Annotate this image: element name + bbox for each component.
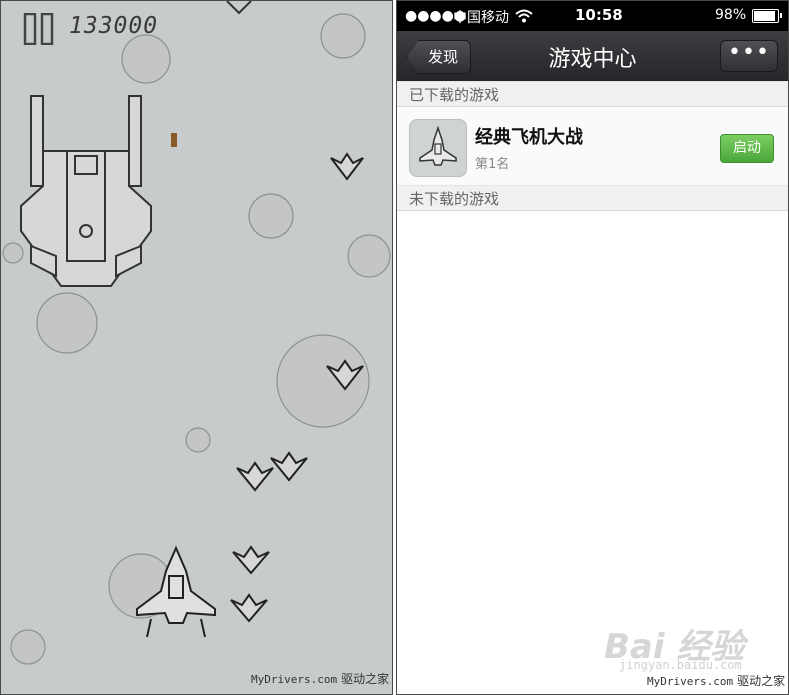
nav-bar: 发现 游戏中心 ••• [397,31,788,81]
asteroid [248,193,294,239]
list-item[interactable]: 经典飞机大战 第1名 启动 [397,109,788,185]
clock: 10:58 [575,6,623,24]
carrier-label: 中国移动 [453,10,509,26]
battery-icon [752,9,782,23]
plane-icon [419,125,457,166]
game-rank: 第1名 [475,157,510,172]
watermark: MyDrivers.com 驱动之家 [251,672,390,686]
game-title: 经典飞机大战 [475,127,583,148]
game-center-screen: ●●●●● 中国移动 10:58 98% 发现 游戏中心 ••• 已下载的游戏 … [396,0,789,695]
asteroid [347,234,391,278]
game-scene [2,1,391,665]
enemy-ship [330,152,364,181]
section-header-downloaded: 已下载的游戏 [397,81,788,107]
asteroid [10,629,46,665]
asteroid [121,34,171,84]
wifi-icon [515,9,533,23]
asteroid [185,427,211,453]
asteroid [2,242,24,264]
enemy-ship [226,1,252,15]
section-header-not-downloaded: 未下载的游戏 [397,185,788,211]
enemy-ship [230,593,268,623]
asteroid [276,334,370,428]
enemy-ship [270,451,308,482]
game-screen[interactable]: 133000 MyDrivers.com 驱动之家 [0,0,393,695]
enemy-bullet [171,133,177,147]
status-bar: ●●●●● 中国移动 10:58 98% [397,1,788,31]
asteroid [36,292,98,354]
asteroid [320,13,366,59]
boss-ship [20,95,152,287]
enemy-ship [236,461,274,492]
launch-button[interactable]: 启动 [720,134,774,163]
game-icon [409,119,467,177]
watermark: MyDrivers.com 驱动之家 [647,674,786,688]
more-button[interactable]: ••• [720,40,778,72]
battery-percent: 98% [715,7,747,23]
baidu-watermark-url: jingyan.baidu.com [619,658,742,672]
enemy-ship [232,545,270,575]
